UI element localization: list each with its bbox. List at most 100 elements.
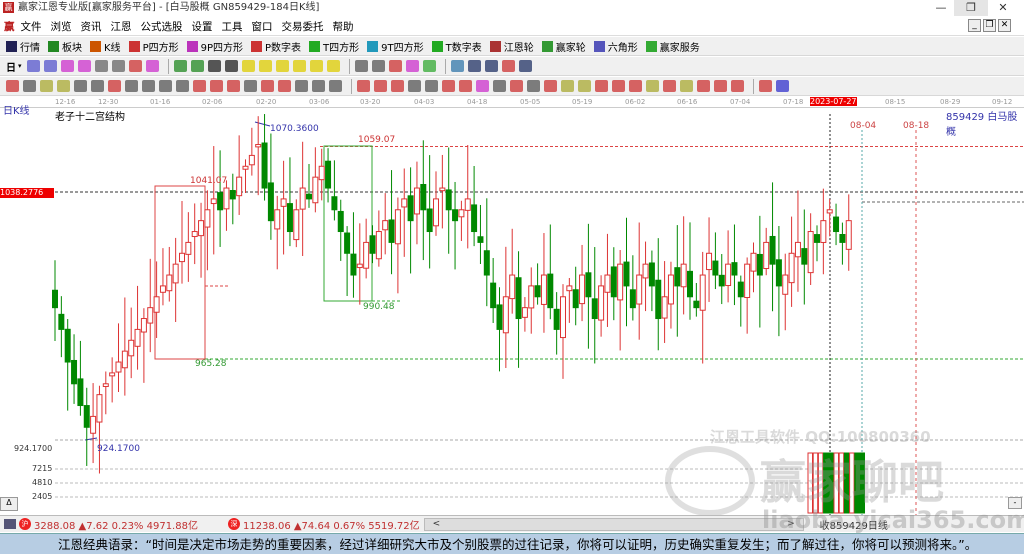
- calendar-icon[interactable]: [43, 60, 57, 72]
- pen-icon[interactable]: [6, 80, 19, 92]
- toolbar-button[interactable]: 江恩轮: [489, 39, 534, 54]
- grid-select-icon[interactable]: [128, 60, 142, 72]
- angle3-icon[interactable]: [680, 80, 693, 92]
- gold-line-icon[interactable]: [578, 80, 591, 92]
- menu-item[interactable]: 工具: [222, 21, 243, 33]
- ratio-icon[interactable]: [510, 80, 523, 92]
- zoom-in-icon[interactable]: [241, 60, 255, 72]
- n2-icon[interactable]: [159, 80, 172, 92]
- angle6-icon[interactable]: [731, 80, 744, 92]
- rect-icon[interactable]: [329, 80, 342, 92]
- scroll-right-button[interactable]: >: [787, 519, 795, 529]
- toolbar-button[interactable]: 赢家轮: [541, 39, 586, 54]
- ruler-icon[interactable]: [493, 80, 506, 92]
- report-icon[interactable]: [484, 60, 498, 72]
- candle-icon[interactable]: [94, 60, 108, 72]
- crosshair-icon[interactable]: [371, 60, 385, 72]
- chart-down-icon[interactable]: [77, 60, 91, 72]
- chart-up-icon[interactable]: [60, 60, 74, 72]
- toolbar-button[interactable]: P数字表: [251, 39, 301, 54]
- toolbar-button[interactable]: 9P四方形: [186, 39, 243, 54]
- menu-item[interactable]: 资讯: [81, 21, 102, 33]
- menu-item[interactable]: 设置: [192, 21, 213, 33]
- kline-chart[interactable]: 日K线 老子十二宫结构 859429 白马股概 1038.2776 924.17…: [0, 106, 1024, 516]
- calculator-icon[interactable]: [4, 519, 16, 529]
- spiral-icon[interactable]: [244, 80, 257, 92]
- dropdown-icon[interactable]: [111, 60, 125, 72]
- text-icon[interactable]: [405, 60, 419, 72]
- pct-line-icon[interactable]: [544, 80, 557, 92]
- toolbar-button[interactable]: 赢家服务: [645, 39, 700, 54]
- calendar21-icon[interactable]: [450, 60, 464, 72]
- mdi-minimize-button[interactable]: _: [968, 19, 981, 32]
- horizontal-scrollbar[interactable]: < >: [423, 517, 804, 531]
- box-red-icon[interactable]: [391, 80, 404, 92]
- hand-icon[interactable]: [354, 60, 368, 72]
- menu-item[interactable]: 交易委托: [282, 21, 324, 33]
- pitchfork-icon[interactable]: [595, 80, 608, 92]
- save-icon[interactable]: [501, 60, 515, 72]
- toolbar-button[interactable]: P四方形: [128, 39, 179, 54]
- toolbar-button[interactable]: 六角形: [593, 39, 638, 54]
- last-icon[interactable]: [190, 60, 204, 72]
- first-icon[interactable]: [173, 60, 187, 72]
- line-angle-icon[interactable]: [408, 80, 421, 92]
- move-right-icon[interactable]: [292, 60, 306, 72]
- yinyang-icon[interactable]: [759, 80, 772, 92]
- f-angle-icon[interactable]: [663, 80, 676, 92]
- toolbar-button[interactable]: T数字表: [431, 39, 482, 54]
- gann-fan2-icon[interactable]: [57, 80, 70, 92]
- menu-item[interactable]: 帮助: [333, 21, 354, 33]
- gann-fan-icon[interactable]: [40, 80, 53, 92]
- percent-icon[interactable]: [527, 80, 540, 92]
- angle-icon[interactable]: [176, 80, 189, 92]
- circle-icon[interactable]: [125, 80, 138, 92]
- scroll-left-button[interactable]: <: [433, 519, 441, 529]
- gold-coin-icon[interactable]: [561, 80, 574, 92]
- grid-red2-icon[interactable]: [459, 80, 472, 92]
- eraser-icon[interactable]: [108, 80, 121, 92]
- cube-icon[interactable]: [374, 80, 387, 92]
- square-icon[interactable]: [227, 80, 240, 92]
- move-left-icon[interactable]: [275, 60, 289, 72]
- next-icon[interactable]: [224, 60, 238, 72]
- flag-icon[interactable]: [145, 60, 159, 72]
- shenzhen-index[interactable]: 11238.06 ▲74.64 0.67% 5519.72亿: [243, 517, 420, 532]
- draw-line-icon[interactable]: [388, 60, 402, 72]
- v-icon[interactable]: [425, 80, 438, 92]
- toolbar-button[interactable]: 9T四方形: [367, 39, 424, 54]
- export-icon[interactable]: [518, 60, 532, 72]
- parallel-icon[interactable]: [23, 80, 36, 92]
- expand-icon[interactable]: [309, 60, 323, 72]
- fib-time-icon[interactable]: [295, 80, 308, 92]
- fib-arc-icon[interactable]: [312, 80, 325, 92]
- arc-icon[interactable]: [612, 80, 625, 92]
- mdi-restore-button[interactable]: ❐: [983, 19, 996, 32]
- cycle-icon[interactable]: [26, 60, 40, 72]
- shrink-icon[interactable]: [326, 60, 340, 72]
- angle2-icon[interactable]: [646, 80, 659, 92]
- menu-item[interactable]: 文件: [21, 21, 42, 33]
- calculator-icon[interactable]: [467, 60, 481, 72]
- gold-bar-icon[interactable]: [629, 80, 642, 92]
- mdi-close-button[interactable]: ✕: [998, 19, 1011, 32]
- grid-red-icon[interactable]: [442, 80, 455, 92]
- menu-item[interactable]: 窗口: [252, 21, 273, 33]
- restore-button[interactable]: ❐: [954, 0, 988, 16]
- fib2-icon[interactable]: [278, 80, 291, 92]
- toolbar-button[interactable]: K线: [90, 39, 121, 54]
- target-icon[interactable]: [193, 80, 206, 92]
- chevron-down-icon[interactable]: ▾: [18, 62, 22, 70]
- toolbar-button[interactable]: T四方形: [309, 39, 359, 54]
- lines-icon[interactable]: [476, 80, 489, 92]
- shanghai-index[interactable]: 3288.08 ▲7.62 0.23% 4971.88亿: [34, 517, 198, 532]
- zoom-out-icon[interactable]: [258, 60, 272, 72]
- gann-grid-icon[interactable]: [91, 80, 104, 92]
- menu-item[interactable]: 江恩: [111, 21, 132, 33]
- gann-box-icon[interactable]: [74, 80, 87, 92]
- angle4-icon[interactable]: [697, 80, 710, 92]
- fan-red-icon[interactable]: [357, 80, 370, 92]
- close-button[interactable]: ✕: [986, 0, 1020, 16]
- hash-icon[interactable]: [142, 80, 155, 92]
- menu-item[interactable]: 公式选股: [141, 21, 183, 33]
